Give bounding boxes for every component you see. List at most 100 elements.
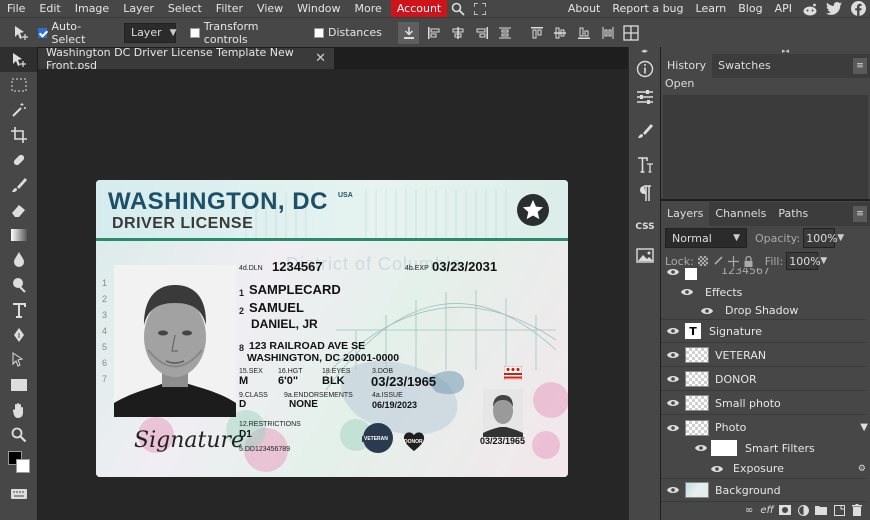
menu-report-bug[interactable]: Report a bug: [606, 0, 689, 17]
hand-tool[interactable]: [0, 397, 37, 422]
brush-panel-icon[interactable]: [629, 117, 661, 145]
menu-learn[interactable]: Learn: [690, 0, 733, 17]
shape-tool[interactable]: [0, 372, 37, 397]
document-tab[interactable]: Washington DC Driver License Template Ne…: [38, 46, 334, 72]
menu-view[interactable]: View: [250, 0, 290, 17]
align-left-icon[interactable]: [423, 22, 445, 44]
auto-select-check[interactable]: [37, 27, 48, 38]
opacity-input[interactable]: 100%: [803, 228, 838, 248]
opacity-dropdown-icon[interactable]: ▼: [837, 233, 844, 243]
blend-mode-select[interactable]: Normal ▼: [665, 228, 747, 248]
zoom-tool[interactable]: [0, 422, 37, 447]
layer-select[interactable]: Layer ▼: [123, 22, 177, 43]
align-right-icon[interactable]: [471, 22, 493, 44]
image-panel-icon[interactable]: [629, 241, 661, 269]
new-layer-icon[interactable]: [830, 501, 848, 519]
collapse-arrows-icon[interactable]: ◂▸: [629, 47, 660, 55]
trash-icon[interactable]: [848, 501, 866, 519]
eye-icon[interactable]: [661, 351, 685, 359]
expand-layer-icon[interactable]: ▼: [860, 422, 868, 433]
marquee-tool[interactable]: [0, 72, 37, 97]
move-tool-icon[interactable]: [10, 22, 32, 44]
eye-icon[interactable]: [661, 424, 685, 432]
layer-row-partial[interactable]: 1234567: [661, 268, 866, 281]
adjustments-icon[interactable]: [629, 83, 661, 111]
dodge-tool[interactable]: [0, 272, 37, 297]
eye-icon[interactable]: [661, 268, 685, 276]
layer-effects-row[interactable]: Effects: [661, 282, 866, 302]
license-artwork[interactable]: WASHINGTON, DC USA DRIVER LICENSE Distri…: [96, 180, 568, 477]
drop-shadow-row[interactable]: Drop Shadow: [661, 302, 866, 320]
align-bottom-icon[interactable]: [573, 22, 595, 44]
mask-icon[interactable]: [776, 501, 794, 519]
history-entry[interactable]: Open: [665, 77, 694, 90]
transform-controls-checkbox[interactable]: Transform controls: [189, 20, 304, 46]
auto-select-checkbox[interactable]: Auto-Select: [37, 20, 114, 46]
menu-api[interactable]: API: [769, 0, 798, 17]
menu-window[interactable]: Window: [290, 0, 347, 17]
twitter-icon[interactable]: [822, 0, 846, 17]
tab-swatches[interactable]: Swatches: [712, 54, 777, 78]
lock-position-icon[interactable]: [727, 255, 739, 267]
exposure-row[interactable]: Exposure ⚙: [661, 459, 866, 479]
transform-check[interactable]: [189, 27, 200, 38]
distances-check[interactable]: [314, 27, 324, 38]
menu-edit[interactable]: Edit: [32, 0, 67, 17]
menu-file[interactable]: File: [0, 0, 32, 17]
info-icon[interactable]: [629, 55, 661, 83]
eye-icon[interactable]: [661, 486, 685, 494]
eye-icon[interactable]: [661, 399, 685, 407]
eye-icon[interactable]: [661, 444, 711, 452]
close-icon[interactable]: ✕: [315, 51, 326, 66]
lock-transparency-icon[interactable]: [697, 256, 708, 266]
tab-history[interactable]: History: [661, 54, 713, 78]
menu-about[interactable]: About: [562, 0, 607, 17]
path-select-tool[interactable]: [0, 347, 37, 372]
search-icon[interactable]: [447, 0, 469, 17]
layer-row-signature[interactable]: T Signature: [661, 320, 866, 343]
adjustment-layer-icon[interactable]: [794, 501, 812, 519]
panel-menu-icon[interactable]: ≡: [853, 58, 867, 74]
distribute-h-icon[interactable]: [494, 22, 516, 44]
move-tool[interactable]: [0, 47, 37, 72]
blur-tool[interactable]: [0, 247, 37, 272]
eye-icon[interactable]: [661, 288, 697, 296]
facebook-icon[interactable]: [846, 0, 870, 17]
menu-layer[interactable]: Layer: [116, 0, 161, 17]
lock-pixels-icon[interactable]: [713, 256, 723, 266]
type-tool[interactable]: [0, 297, 37, 322]
layer-row-small-photo[interactable]: Small photo: [661, 392, 866, 415]
grid-icon[interactable]: [620, 22, 642, 44]
filter-options-icon[interactable]: ⚙: [858, 464, 866, 474]
layer-row-background[interactable]: Background: [661, 479, 866, 502]
healing-tool[interactable]: [0, 147, 37, 172]
menu-more[interactable]: More: [348, 0, 389, 17]
css-panel-button[interactable]: CSS: [629, 213, 661, 241]
pen-tool[interactable]: [0, 322, 37, 347]
fx-icon[interactable]: eff: [758, 501, 776, 519]
menu-blog[interactable]: Blog: [732, 0, 768, 17]
crop-tool[interactable]: [0, 122, 37, 147]
brush-tool[interactable]: [0, 172, 37, 197]
smart-filters-row[interactable]: Smart Filters: [661, 437, 866, 459]
color-swatches[interactable]: [0, 447, 37, 481]
menu-filter[interactable]: Filter: [209, 0, 250, 17]
fill-dropdown-icon[interactable]: ▼: [820, 256, 827, 266]
layer-row-donor[interactable]: DONOR: [661, 368, 866, 391]
eraser-tool[interactable]: [0, 197, 37, 222]
paragraph-icon[interactable]: [629, 179, 661, 207]
menu-select[interactable]: Select: [161, 0, 209, 17]
menu-account[interactable]: Account: [390, 0, 448, 17]
tab-channels[interactable]: Channels: [709, 202, 772, 226]
eye-icon[interactable]: [661, 375, 685, 383]
magic-wand-tool[interactable]: [0, 97, 37, 122]
align-top-icon[interactable]: [526, 22, 548, 44]
menu-image[interactable]: Image: [68, 0, 116, 17]
background-color[interactable]: [16, 459, 30, 473]
layer-row-photo[interactable]: Photo ▼: [661, 416, 868, 439]
align-middle-v-icon[interactable]: [550, 22, 572, 44]
keyboard-tool[interactable]: [0, 481, 37, 506]
layers-menu-icon[interactable]: ≡: [853, 206, 867, 222]
distances-checkbox[interactable]: Distances: [314, 26, 382, 39]
eye-icon[interactable]: [661, 307, 717, 315]
